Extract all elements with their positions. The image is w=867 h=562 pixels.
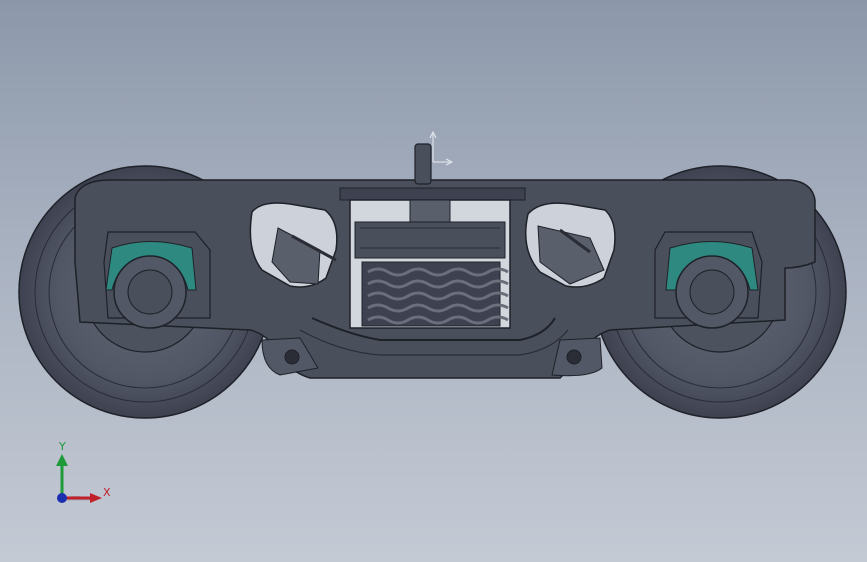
triad-y-label: Y — [59, 440, 66, 453]
triad-axes-icon — [56, 454, 102, 503]
center-pin[interactable] — [414, 143, 432, 185]
spring-nest[interactable] — [361, 261, 509, 327]
bogie-model[interactable] — [0, 0, 867, 562]
view-triad: Y X — [46, 438, 126, 512]
triad-x-label: X — [103, 486, 111, 499]
right-axle-box[interactable] — [654, 231, 763, 329]
left-axle-box[interactable] — [103, 231, 211, 329]
right-lug — [551, 337, 603, 377]
graphics-viewport[interactable]: Y X — [0, 0, 867, 562]
origin-arrows-icon — [429, 130, 454, 166]
